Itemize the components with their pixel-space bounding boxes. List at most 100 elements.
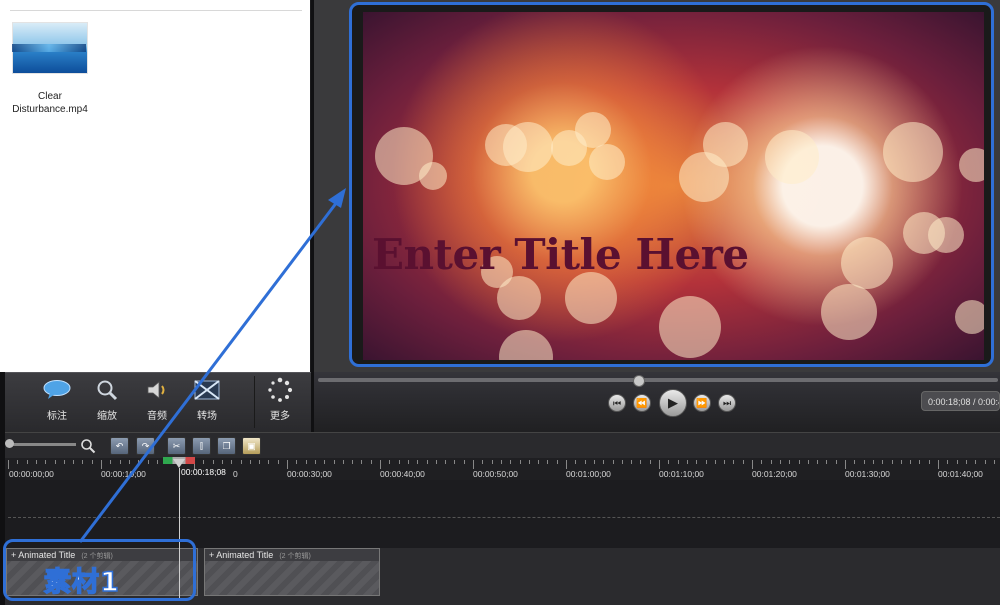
ruler-tick bbox=[473, 460, 474, 469]
copy-icon: ❐ bbox=[222, 440, 231, 451]
cut-button[interactable]: ✂ bbox=[167, 437, 186, 455]
ruler-tick bbox=[305, 460, 307, 464]
ruler-label: 0 bbox=[233, 469, 238, 479]
rewind-button[interactable]: ⏪ bbox=[633, 394, 651, 412]
clip-subtitle: (2 个剪辑) bbox=[279, 553, 311, 560]
playback-scrubber-track[interactable] bbox=[318, 378, 998, 382]
ruler-tick bbox=[259, 460, 261, 464]
ruler-tick bbox=[8, 460, 9, 469]
ruler-tick bbox=[128, 460, 130, 464]
ruler-tick bbox=[147, 460, 149, 464]
paste-button[interactable]: ▣ bbox=[242, 437, 261, 455]
ruler-tick bbox=[389, 460, 391, 464]
ruler-tick bbox=[407, 460, 409, 464]
skip-to-start-button[interactable]: ⏮ bbox=[608, 394, 626, 412]
ruler-tick bbox=[361, 460, 363, 464]
copy-button[interactable]: ❐ bbox=[217, 437, 236, 455]
clip-name[interactable]: Clear Disturbance.mp4 bbox=[4, 90, 96, 116]
timeline-zoom-handle[interactable] bbox=[5, 439, 14, 448]
ruler-tick bbox=[863, 460, 865, 464]
task-toolbar: 标注 缩放 音频 转场 更多 bbox=[0, 372, 311, 433]
split-button[interactable]: ⫿ bbox=[192, 437, 211, 455]
ruler-tick bbox=[900, 460, 902, 464]
ruler-tick bbox=[835, 460, 837, 464]
ruler-tick bbox=[82, 460, 84, 464]
ruler-tick bbox=[668, 460, 670, 464]
rewind-icon: ⏪ bbox=[636, 397, 648, 408]
timeline-zoom-slider[interactable] bbox=[8, 443, 76, 446]
ruler-tick bbox=[538, 460, 540, 464]
ruler-tick bbox=[54, 460, 56, 464]
ruler-tick bbox=[380, 460, 381, 469]
ruler-tick bbox=[203, 460, 205, 464]
undo-button[interactable]: ↶ bbox=[110, 437, 129, 455]
ruler-tick bbox=[138, 460, 140, 464]
tool-audio-label: 音频 bbox=[147, 411, 167, 422]
ruler-tick bbox=[268, 460, 270, 464]
ruler-tick bbox=[705, 460, 707, 464]
ruler-tick bbox=[891, 460, 893, 464]
bokeh-circle bbox=[703, 122, 748, 167]
preview-canvas[interactable]: Enter Title Here bbox=[363, 12, 984, 360]
timeline-clip-animated-title-2[interactable]: + Animated Title (2 个剪辑) bbox=[204, 548, 380, 596]
clip-expand-icon[interactable]: + bbox=[209, 550, 214, 560]
ruler-label: 00:00:50;00 bbox=[473, 469, 518, 479]
ruler-tick bbox=[342, 460, 344, 464]
bokeh-circle bbox=[765, 130, 819, 184]
skip-start-icon: ⏮ bbox=[612, 397, 622, 408]
ruler-tick bbox=[714, 460, 716, 464]
ruler-tick bbox=[826, 460, 828, 464]
bokeh-circle bbox=[499, 330, 553, 360]
ruler-tick bbox=[212, 460, 214, 464]
ruler-tick bbox=[584, 460, 586, 464]
ruler-tick bbox=[500, 460, 502, 464]
ruler-tick bbox=[752, 460, 753, 469]
ruler-tick bbox=[872, 460, 874, 464]
ruler-tick bbox=[993, 460, 995, 464]
tool-callout-button[interactable]: 标注 bbox=[31, 377, 83, 425]
ruler-tick bbox=[119, 460, 121, 464]
callout-icon bbox=[31, 377, 83, 403]
play-button[interactable]: ▶ bbox=[659, 389, 687, 417]
ruler-tick bbox=[575, 460, 577, 464]
title-overlay-text[interactable]: Enter Title Here bbox=[372, 230, 749, 279]
ruler-tick bbox=[26, 460, 28, 464]
ruler-tick bbox=[686, 460, 688, 464]
toolbar-separator bbox=[254, 376, 255, 428]
ruler-label: 00:00:40;00 bbox=[380, 469, 425, 479]
tool-more-button[interactable]: 更多 bbox=[254, 377, 306, 425]
bokeh-circle bbox=[589, 144, 625, 180]
ruler-tick bbox=[277, 460, 279, 464]
tool-more-label: 更多 bbox=[270, 411, 290, 422]
media-bin-divider bbox=[10, 10, 302, 11]
skip-to-end-button[interactable]: ⏭ bbox=[718, 394, 736, 412]
ruler-tick bbox=[45, 460, 47, 464]
ruler-label: 00:01:40;00 bbox=[938, 469, 983, 479]
redo-icon: ↷ bbox=[141, 440, 150, 451]
bokeh-circle bbox=[928, 217, 964, 253]
playback-scrubber-handle[interactable] bbox=[632, 375, 645, 387]
ruler-label: 00:00:00;00 bbox=[9, 469, 54, 479]
tool-transition-button[interactable]: 转场 bbox=[181, 377, 233, 425]
ruler-tick bbox=[101, 460, 102, 469]
ruler-tick bbox=[91, 460, 93, 464]
ruler-tick bbox=[965, 460, 967, 464]
ruler-tick bbox=[817, 460, 819, 464]
ruler-tick bbox=[724, 460, 726, 464]
ruler-tick bbox=[454, 460, 456, 464]
ruler-tick bbox=[370, 460, 372, 464]
tool-audio-button[interactable]: 音频 bbox=[131, 377, 183, 425]
timeline-zoom-icon[interactable] bbox=[80, 438, 96, 459]
ruler-tick bbox=[417, 460, 419, 464]
fast-forward-button[interactable]: ⏩ bbox=[693, 394, 711, 412]
transition-icon bbox=[181, 377, 233, 403]
redo-button[interactable]: ↷ bbox=[136, 437, 155, 455]
ruler-tick bbox=[510, 460, 512, 464]
tool-zoom-button[interactable]: 缩放 bbox=[81, 377, 133, 425]
bokeh-circle bbox=[821, 284, 877, 340]
ruler-tick bbox=[324, 460, 326, 464]
tool-zoom-label: 缩放 bbox=[97, 411, 117, 422]
ruler-tick bbox=[249, 460, 251, 464]
bokeh-circle bbox=[841, 237, 893, 289]
ruler-tick bbox=[845, 460, 846, 469]
